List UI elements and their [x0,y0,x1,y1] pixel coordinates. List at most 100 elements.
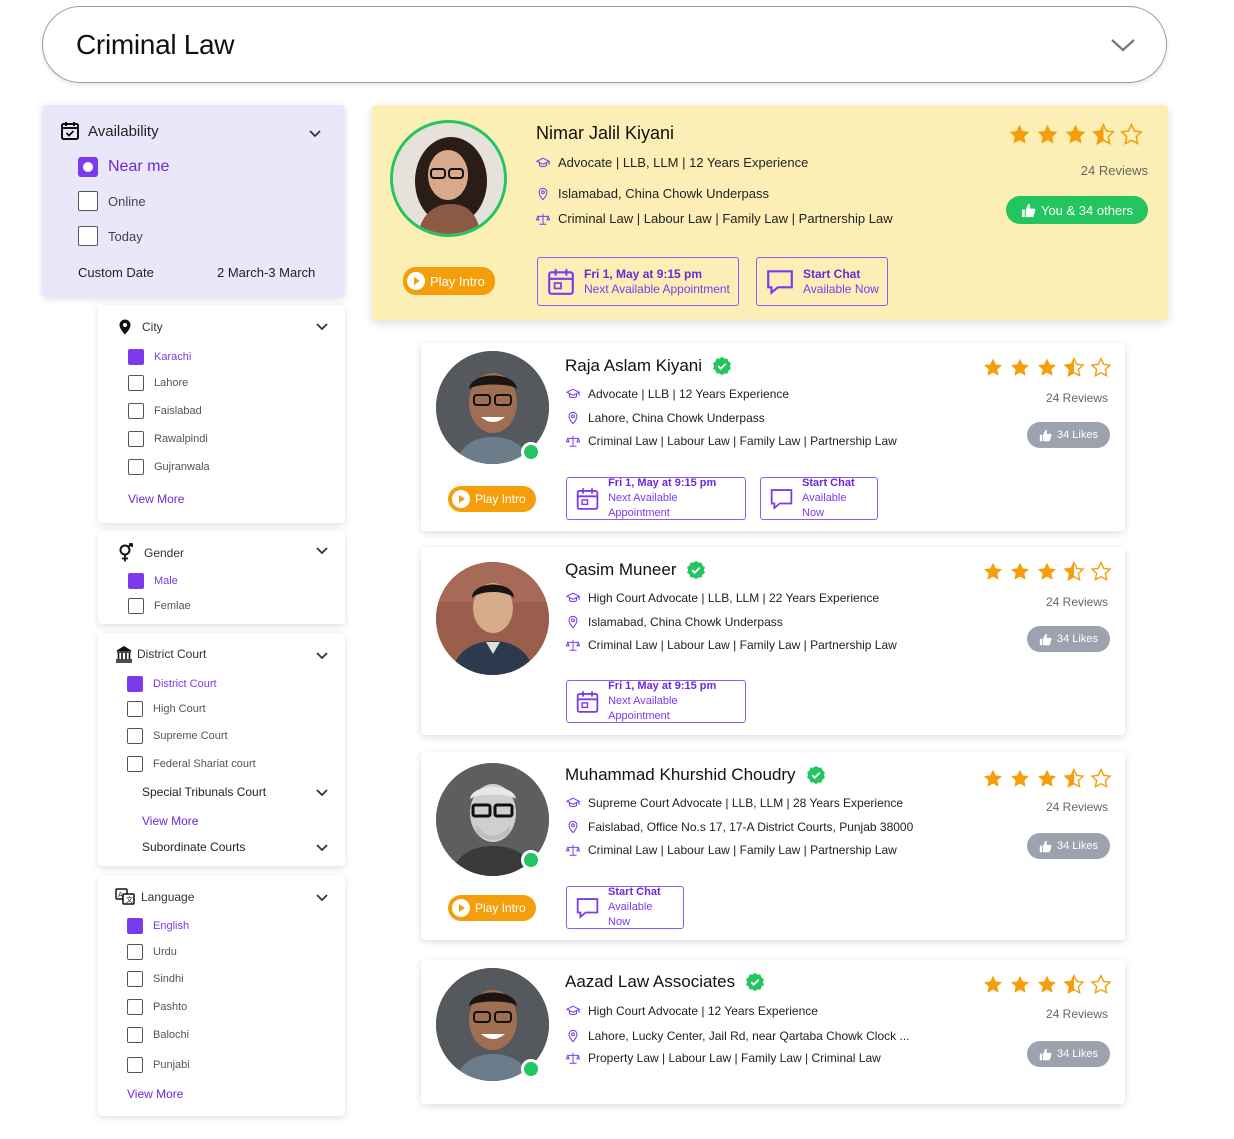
checkbox[interactable] [127,1027,143,1043]
gender-option[interactable]: Femlae [128,598,191,614]
chat-bubble-icon [769,486,794,512]
like-button[interactable]: 34 Likes [1027,626,1110,652]
language-option[interactable]: Punjabi [127,1057,190,1073]
language-option[interactable]: Pashto [127,999,187,1015]
calendar-icon [575,689,600,715]
like-button[interactable]: 34 Likes [1027,1041,1110,1067]
avatar[interactable] [436,562,549,675]
featured-lawyer-card[interactable]: Nimar Jalil Kiyani Advocate | LLB, LLM |… [372,105,1168,320]
checkbox-checked[interactable] [127,918,143,934]
checkbox[interactable] [127,701,143,717]
checkbox[interactable] [78,191,98,211]
verified-badge-icon [806,765,826,785]
city-option[interactable]: Gujranwala [128,459,210,475]
like-button[interactable]: You & 34 others [1006,196,1148,224]
checkbox-checked[interactable] [127,676,143,692]
chevron-down-icon[interactable] [316,652,328,660]
review-count[interactable]: 24 Reviews [1008,391,1108,405]
play-intro-button[interactable]: Play Intro [448,895,536,921]
subordinate-courts[interactable]: Subordinate Courts [142,840,245,854]
availability-title: Availability [88,122,159,140]
city-option[interactable]: Karachi [128,349,191,365]
city-option[interactable]: Rawalpindi [128,431,208,447]
translate-icon: A文 [115,888,135,905]
city-view-more-link[interactable]: View More [128,492,184,506]
checkbox[interactable] [128,403,144,419]
lawyer-location: Lahore, China Chowk Underpass [588,411,765,425]
star-full-icon [1036,561,1058,582]
lawyer-card[interactable]: Aazad Law Associates High Court Advocate… [421,960,1125,1104]
lawyer-card[interactable]: Raja Aslam Kiyani Advocate | LLB | 12 Ye… [421,343,1125,531]
start-chat-button[interactable]: Start Chat Available Now [760,477,878,520]
lawyer-card[interactable]: Muhammad Khurshid Choudry Supreme Court … [421,752,1125,940]
like-button[interactable]: 34 Likes [1027,422,1110,448]
checkbox[interactable] [128,598,144,614]
play-intro-button[interactable]: Play Intro [448,486,536,512]
chevron-down-icon[interactable] [316,844,328,852]
availability-option-online[interactable]: Online [78,191,146,211]
city-filter: City Karachi Lahore Faislabad Rawalpindi… [98,305,345,523]
availability-option-today[interactable]: Today [78,226,143,246]
checkbox-checked[interactable] [128,349,144,365]
lawyer-practice-areas: Criminal Law | Labour Law | Family Law |… [588,434,897,448]
checkbox[interactable] [127,999,143,1015]
checkbox[interactable] [128,375,144,391]
court-option[interactable]: District Court [127,676,217,692]
play-intro-button[interactable]: Play Intro [403,267,495,295]
star-empty-icon [1090,974,1112,995]
avatar[interactable] [390,120,507,237]
chevron-down-icon[interactable] [316,547,328,555]
graduation-cap-icon [566,796,580,810]
language-view-more-link[interactable]: View More [127,1087,183,1101]
court-option[interactable]: Federal Shariat court [127,756,256,772]
language-option[interactable]: Balochi [127,1027,189,1043]
court-option[interactable]: High Court [127,701,206,717]
special-tribunals-court[interactable]: Special Tribunals Court [142,785,266,799]
language-option[interactable]: English [127,918,189,934]
star-full-icon [1036,768,1058,789]
availability-option-near-me[interactable]: Near me [78,157,169,177]
appointment-button[interactable]: Fri 1, May at 9:15 pm Next Available Appo… [566,477,746,520]
review-count[interactable]: 24 Reviews [1008,595,1108,609]
thumbs-up-icon [1039,840,1052,853]
review-count[interactable]: 24 Reviews [1008,1007,1108,1021]
language-option[interactable]: Urdu [127,944,177,960]
checkbox[interactable] [127,728,143,744]
start-chat-button[interactable]: Start Chat Available Now [756,257,888,306]
checkbox[interactable] [127,944,143,960]
language-option[interactable]: Sindhi [127,971,184,987]
checkbox[interactable] [128,459,144,475]
checkbox[interactable] [128,431,144,447]
start-chat-button[interactable]: Start Chat Available Now [566,886,684,929]
review-count[interactable]: 24 Reviews [1008,800,1108,814]
online-status-dot [521,442,541,462]
court-option[interactable]: Supreme Court [127,728,228,744]
like-button[interactable]: 34 Likes [1027,833,1110,859]
city-option[interactable]: Faislabad [128,403,202,419]
appointment-button[interactable]: Fri 1, May at 9:15 pm Next Available Appo… [566,680,746,723]
appointment-button[interactable]: Fri 1, May at 9:15 pm Next Available Appo… [537,257,739,306]
checkbox[interactable] [127,756,143,772]
custom-date-value[interactable]: 2 March-3 March [217,265,315,280]
availability-filter: Availability Near me Online Today Custom… [42,105,345,297]
checkbox-checked[interactable] [128,573,144,589]
radio-selected[interactable] [78,157,98,177]
chevron-down-icon[interactable] [316,894,328,902]
lawyer-card[interactable]: Qasim Muneer High Court Advocate | LLB, … [421,547,1125,735]
court-view-more-link[interactable]: View More [142,814,198,828]
thumbs-up-icon [1039,633,1052,646]
chevron-down-icon[interactable] [309,130,321,138]
chevron-down-icon[interactable] [316,323,328,331]
checkbox[interactable] [127,1057,143,1073]
gender-option[interactable]: Male [128,573,178,589]
checkbox[interactable] [78,226,98,246]
star-half-icon [1063,974,1085,995]
city-option[interactable]: Lahore [128,375,188,391]
verified-badge-icon [686,560,706,580]
lawyer-credentials: Supreme Court Advocate | LLB, LLM | 28 Y… [588,796,904,810]
checkbox[interactable] [127,971,143,987]
review-count[interactable]: 24 Reviews [1048,163,1148,178]
category-select[interactable]: Criminal Law [42,6,1167,83]
chevron-down-icon[interactable] [1110,35,1136,55]
chevron-down-icon[interactable] [316,789,328,797]
